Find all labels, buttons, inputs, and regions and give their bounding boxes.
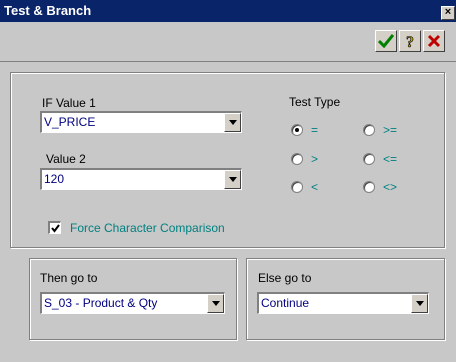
window-title: Test & Branch xyxy=(4,3,92,18)
if-value1-combo[interactable]: V_PRICE xyxy=(40,111,242,133)
test-type-option-gte[interactable]: >= xyxy=(363,123,397,137)
cancel-button[interactable] xyxy=(423,30,445,52)
red-x-icon xyxy=(427,34,441,48)
test-type-option-ne[interactable]: <> xyxy=(363,180,397,194)
else-combo[interactable]: Continue xyxy=(257,292,429,314)
then-label: Then go to xyxy=(40,271,98,285)
radio-button[interactable] xyxy=(291,124,303,136)
test-type-option-lte[interactable]: <= xyxy=(363,152,397,166)
then-combo[interactable]: S_03 - Product & Qty xyxy=(40,292,225,314)
radio-button[interactable] xyxy=(363,181,375,193)
test-type-option-gt[interactable]: > xyxy=(291,152,318,166)
radio-label: >= xyxy=(383,123,398,137)
test-type-label: Test Type xyxy=(289,95,341,109)
then-value: S_03 - Product & Qty xyxy=(44,296,158,310)
toolbar: ? xyxy=(0,22,456,62)
chevron-down-icon xyxy=(211,301,220,306)
ok-button[interactable] xyxy=(375,30,397,52)
question-mark-icon: ? xyxy=(406,34,415,49)
test-type-option-lt[interactable]: < xyxy=(291,180,318,194)
title-bar: Test & Branch × xyxy=(0,0,456,22)
chevron-down-icon xyxy=(415,301,424,306)
radio-label: < xyxy=(311,180,319,194)
radio-button[interactable] xyxy=(291,181,303,193)
value2-value: 120 xyxy=(44,172,65,186)
value2-label: Value 2 xyxy=(46,152,86,166)
close-button[interactable]: × xyxy=(441,6,455,20)
test-branch-dialog: Test & Branch × ? IF Value 1 V_PRICE Val… xyxy=(0,0,456,362)
if-value1-dropdown-button[interactable] xyxy=(224,113,241,132)
value2-combo[interactable]: 120 xyxy=(40,168,242,190)
radio-button[interactable] xyxy=(363,124,375,136)
force-char-checkbox[interactable] xyxy=(48,221,61,234)
if-value1-value: V_PRICE xyxy=(44,115,96,129)
radio-label: <= xyxy=(383,152,398,166)
else-dropdown-button[interactable] xyxy=(411,294,428,313)
chevron-down-icon xyxy=(228,177,237,182)
test-type-option-eq[interactable]: = xyxy=(291,123,318,137)
chevron-down-icon xyxy=(228,120,237,125)
force-char-label: Force Character Comparison xyxy=(70,221,225,235)
if-value1-label: IF Value 1 xyxy=(42,96,96,110)
value2-dropdown-button[interactable] xyxy=(224,170,241,189)
then-dropdown-button[interactable] xyxy=(207,294,224,313)
radio-label: = xyxy=(311,123,319,137)
else-label: Else go to xyxy=(258,271,312,285)
else-value: Continue xyxy=(261,296,310,310)
green-check-icon xyxy=(378,34,394,48)
help-button[interactable]: ? xyxy=(399,30,421,52)
radio-button[interactable] xyxy=(291,153,303,165)
radio-label: > xyxy=(311,152,319,166)
radio-label: <> xyxy=(383,180,398,194)
radio-button[interactable] xyxy=(363,153,375,165)
checkmark-icon xyxy=(50,223,60,233)
svg-text:?: ? xyxy=(406,34,414,49)
